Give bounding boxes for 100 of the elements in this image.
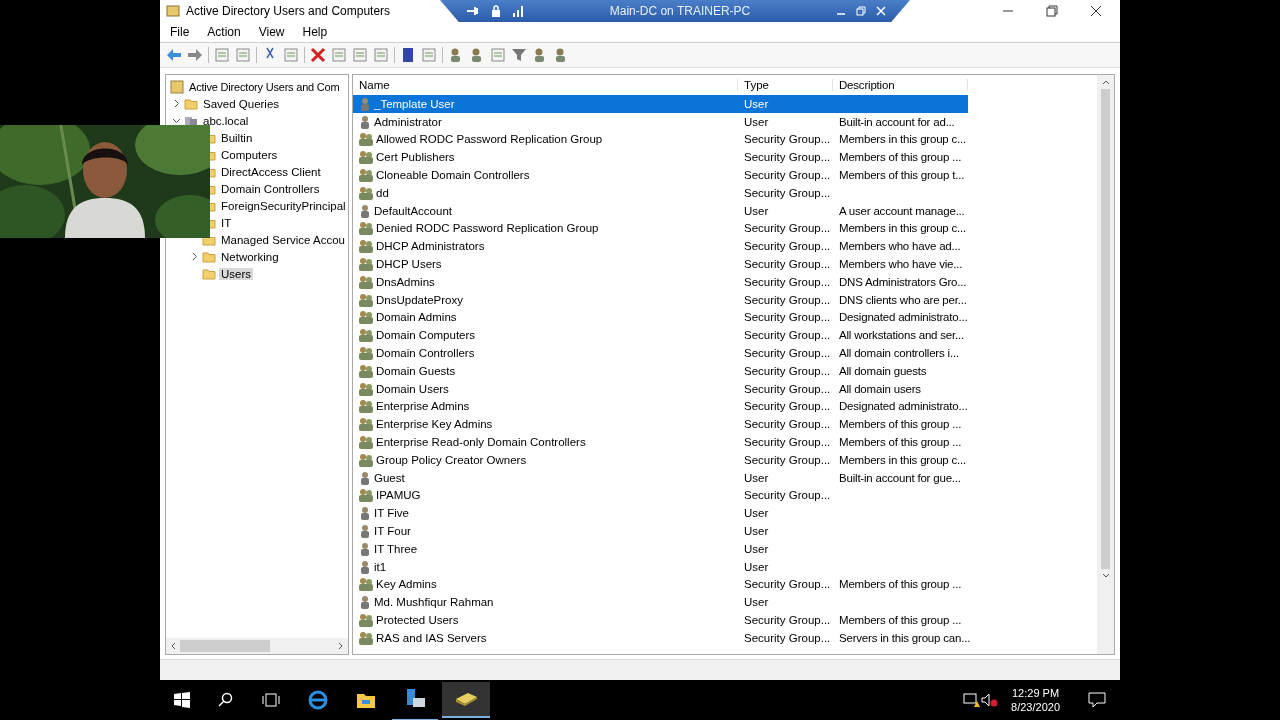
collapse-icon[interactable] bbox=[172, 116, 181, 125]
table-row[interactable]: Key Admins Security Group... Members of this group ... bbox=[353, 575, 968, 594]
type-cell-text: User bbox=[743, 204, 770, 217]
type-cell-text: Security Group... bbox=[743, 169, 832, 182]
tree-item[interactable]: Networking bbox=[219, 250, 281, 263]
menu-item[interactable]: Help bbox=[302, 25, 328, 39]
restore-icon[interactable] bbox=[1046, 5, 1058, 17]
forward-arrow-icon[interactable] bbox=[187, 47, 203, 63]
folder-icon bbox=[202, 266, 216, 281]
table-row[interactable]: RAS and IAS Servers Security Group... Servers in this group can... bbox=[353, 628, 968, 647]
console-root-icon bbox=[170, 79, 184, 94]
table-row[interactable]: Enterprise Read-only Domain Controllers Security Group... Members of this group ... bbox=[353, 433, 968, 451]
user-icon bbox=[358, 203, 372, 218]
description-cell-text: Members of this group t... bbox=[838, 169, 966, 182]
table-row[interactable]: Enterprise Key Admins Security Group... Members of this group ... bbox=[353, 415, 968, 434]
menu-item[interactable]: View bbox=[258, 25, 285, 39]
name-cell: Domain Computers bbox=[376, 329, 476, 342]
table-row[interactable]: Protected Users Security Group... Members of this group ... bbox=[353, 611, 968, 629]
network-warning-icon[interactable] bbox=[963, 692, 982, 708]
start-icon[interactable] bbox=[174, 692, 190, 708]
vertical-scrollbar[interactable] bbox=[1097, 75, 1114, 654]
group-icon bbox=[358, 417, 374, 432]
column-header[interactable]: Name bbox=[353, 79, 738, 91]
type-cell-text: User bbox=[743, 97, 770, 110]
name-cell: DefaultAccount bbox=[374, 204, 452, 217]
scroll-down-icon[interactable] bbox=[1101, 573, 1110, 579]
scroll-left-icon[interactable] bbox=[170, 642, 176, 650]
table-row[interactable]: DHCP Administrators Security Group... Members who have ad... bbox=[353, 237, 968, 256]
column-header[interactable]: Type bbox=[738, 79, 833, 91]
remote-desktop-icon[interactable] bbox=[442, 682, 490, 718]
type-cell-text: Security Group... bbox=[743, 418, 832, 431]
name-cell: Domain Users bbox=[376, 382, 449, 395]
table-row[interactable]: Domain Controllers Security Group... All domain controllers i... bbox=[353, 344, 968, 362]
description-cell-text: Built-in account for gue... bbox=[838, 471, 962, 484]
group-icon bbox=[358, 132, 374, 147]
expand-icon[interactable] bbox=[172, 99, 181, 108]
tree-item[interactable]: DirectAccess Client bbox=[219, 165, 323, 178]
table-row[interactable]: Md. Mushfiqur Rahman User bbox=[353, 593, 968, 612]
tree-item[interactable]: Domain Controllers bbox=[219, 182, 322, 195]
type-cell-text: Security Group... bbox=[743, 186, 832, 199]
tree-item[interactable]: abc.local bbox=[201, 114, 251, 127]
delete-icon[interactable] bbox=[310, 47, 326, 63]
type-cell-text: User bbox=[743, 525, 770, 537]
clock-time[interactable]: 12:29 PM bbox=[1012, 687, 1060, 699]
task-view-icon[interactable] bbox=[262, 692, 280, 708]
table-row[interactable]: Allowed RODC Password Replication Group Security Group... Members in this group c... bbox=[353, 130, 968, 149]
table-row[interactable]: Cloneable Domain Controllers Security Group... Members of this group t... bbox=[353, 166, 968, 184]
tree-item[interactable]: Active Directory Users and Com bbox=[187, 80, 342, 93]
back-arrow-icon[interactable] bbox=[166, 47, 182, 63]
tree-item[interactable]: Saved Queries bbox=[201, 97, 282, 110]
horizontal-scrollbar[interactable] bbox=[166, 638, 348, 654]
tree-item[interactable]: Users bbox=[219, 267, 254, 280]
table-row[interactable]: Group Policy Creator Owners Security Group... Members in this group c... bbox=[353, 450, 968, 469]
table-row[interactable]: IPAMUG Security Group... bbox=[353, 486, 968, 505]
expand-icon[interactable] bbox=[190, 252, 199, 261]
table-row[interactable]: Domain Admins Security Group... Designated administrato... bbox=[353, 308, 968, 327]
table-row[interactable]: DnsUpdateProxy Security Group... DNS clients who are per... bbox=[353, 290, 968, 309]
table-row[interactable]: Enterprise Admins Security Group... Designated administrato... bbox=[353, 397, 968, 416]
group-icon bbox=[358, 346, 374, 361]
notifications-icon[interactable] bbox=[1088, 692, 1106, 708]
table-row[interactable]: Domain Guests Security Group... All domain guests bbox=[353, 361, 968, 380]
search-icon[interactable] bbox=[218, 692, 234, 708]
table-row[interactable]: Domain Users Security Group... All domain users bbox=[353, 379, 968, 398]
table-row[interactable]: Guest User Built-in account for gue... bbox=[353, 468, 968, 487]
table-row[interactable]: Domain Computers Security Group... All workstations and ser... bbox=[353, 326, 968, 345]
restore-icon[interactable] bbox=[856, 6, 866, 16]
menu-item[interactable]: Action bbox=[207, 25, 241, 39]
description-cell-text: DNS clients who are per... bbox=[838, 293, 968, 306]
tree-item[interactable]: Managed Service Accou bbox=[219, 233, 348, 246]
table-row[interactable]: IT Five User bbox=[353, 504, 968, 523]
clock-date[interactable]: 8/23/2020 bbox=[1011, 701, 1060, 713]
tree-item[interactable]: Builtin bbox=[219, 131, 255, 144]
browser-icon[interactable] bbox=[308, 690, 328, 710]
muted-speaker-icon[interactable] bbox=[981, 692, 1000, 708]
column-header[interactable]: Description bbox=[833, 79, 968, 91]
filter-icon[interactable] bbox=[511, 47, 527, 63]
table-row[interactable]: IT Four User bbox=[353, 522, 968, 540]
table-row[interactable]: it1 User bbox=[353, 557, 968, 576]
table-row[interactable]: IT Three User bbox=[353, 539, 968, 558]
tree-item[interactable]: IT bbox=[219, 216, 234, 229]
scroll-up-icon[interactable] bbox=[1101, 79, 1110, 85]
description-cell-text: Members who have ad... bbox=[838, 240, 962, 253]
table-row[interactable]: dd Security Group... bbox=[353, 184, 968, 202]
table-row[interactable]: Administrator User Built-in account for ad... bbox=[353, 112, 968, 131]
table-row[interactable]: _Template User User bbox=[353, 95, 968, 113]
type-cell-text: Security Group... bbox=[743, 489, 832, 502]
close-icon[interactable] bbox=[1090, 5, 1102, 17]
tree-item[interactable]: ForeignSecurityPrincipal bbox=[219, 199, 348, 212]
folder-icon[interactable] bbox=[356, 691, 376, 709]
description-cell-text: Designated administrato... bbox=[838, 311, 968, 324]
table-row[interactable]: DHCP Users Security Group... Members who have vie... bbox=[353, 255, 968, 273]
table-row[interactable]: DnsAdmins Security Group... DNS Administrators Gro... bbox=[353, 272, 968, 291]
folder-icon bbox=[202, 249, 216, 264]
pin-icon[interactable] bbox=[466, 5, 480, 17]
table-row[interactable]: Cert Publishers Security Group... Members of this group ... bbox=[353, 148, 968, 167]
menu-item[interactable]: File bbox=[170, 25, 190, 39]
scroll-right-icon[interactable] bbox=[338, 642, 344, 650]
table-row[interactable]: DefaultAccount User A user account manage... bbox=[353, 201, 968, 220]
table-row[interactable]: Denied RODC Password Replication Group Security Group... Members in this group c... bbox=[353, 219, 968, 238]
tree-item[interactable]: Computers bbox=[219, 148, 280, 161]
